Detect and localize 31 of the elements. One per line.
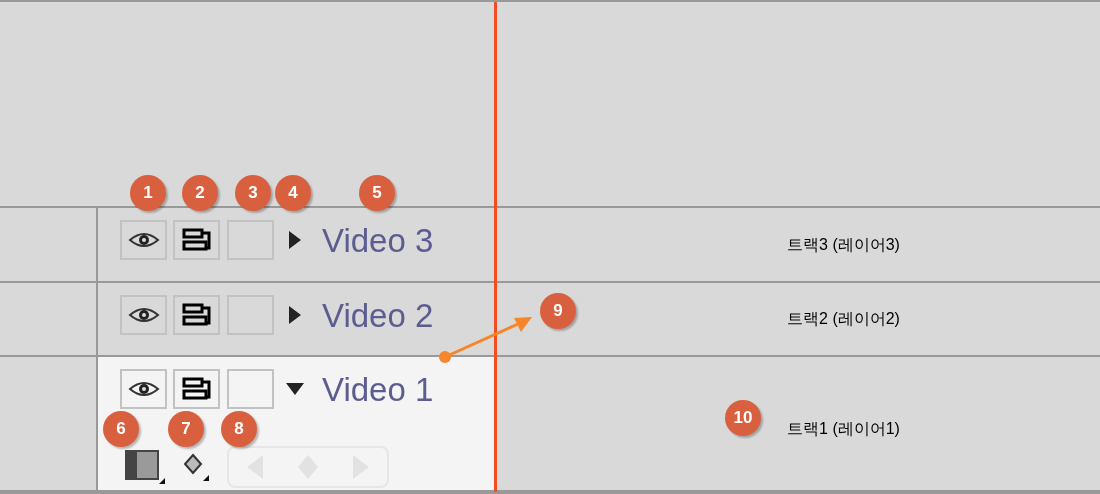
- visibility-toggle[interactable]: [120, 369, 167, 409]
- track-label: 트랙3 (레이어3): [787, 234, 900, 255]
- color-swatch-icon[interactable]: [125, 450, 165, 484]
- eye-icon: [127, 380, 160, 398]
- callout-number: 2: [182, 175, 218, 211]
- callout-number: 3: [235, 175, 271, 211]
- lock-toggle[interactable]: [173, 369, 220, 409]
- collapse-triangle-icon[interactable]: [286, 383, 304, 395]
- empty-toggle[interactable]: [227, 369, 274, 409]
- callout-number: 1: [130, 175, 166, 211]
- callout-number: 5: [359, 175, 395, 211]
- callout-number: 4: [275, 175, 311, 211]
- track-label: 트랙1 (레이어1): [787, 418, 900, 439]
- expand-triangle-icon[interactable]: [289, 306, 301, 324]
- lock-toggle[interactable]: [173, 295, 220, 335]
- eye-icon: [127, 306, 160, 324]
- track-label: 트랙2 (레이어2): [787, 309, 900, 329]
- keyframe-diamond-icon[interactable]: [183, 453, 209, 481]
- track-name: Video 2: [322, 298, 434, 332]
- callout-number: 10: [725, 400, 761, 436]
- layers-icon: [181, 228, 212, 252]
- layers-icon: [181, 377, 212, 401]
- lock-toggle[interactable]: [173, 220, 220, 260]
- visibility-toggle[interactable]: [120, 295, 167, 335]
- track-name: Video 1: [322, 372, 434, 406]
- track-name: Video 3: [322, 223, 434, 257]
- expand-triangle-icon[interactable]: [289, 231, 301, 249]
- eye-icon: [127, 231, 160, 249]
- visibility-toggle[interactable]: [120, 220, 167, 260]
- callout-number: 9: [540, 293, 576, 329]
- layers-icon: [181, 303, 212, 327]
